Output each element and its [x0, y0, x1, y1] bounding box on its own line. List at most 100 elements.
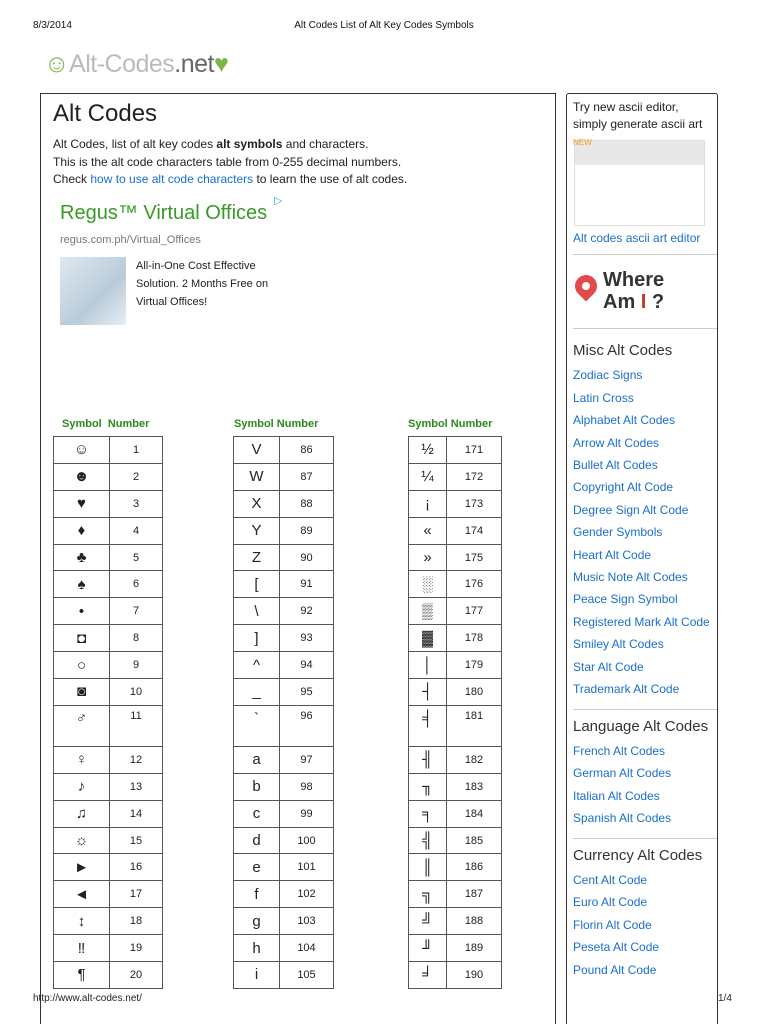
symbol-cell: `	[233, 704, 280, 747]
symbol-cell: ╢	[408, 745, 447, 774]
table-row: ` 96	[233, 704, 334, 747]
ascii-editor-link[interactable]: Alt codes ascii art editor	[573, 227, 700, 249]
ad-url[interactable]: regus.com.ph/Virtual_Offices	[60, 234, 201, 246]
table-row: [91	[233, 570, 334, 599]
logo-tld: .net	[174, 50, 214, 78]
table-row: ¡ 173	[408, 489, 502, 518]
sidebar-link[interactable]: Euro Alt Code	[573, 891, 717, 913]
intro-line3: Check	[53, 172, 91, 186]
heart-icon: ♥	[214, 50, 229, 78]
symbol-cell: ¶	[53, 961, 110, 989]
print-page: 1/4	[718, 993, 732, 1004]
sidebar-link[interactable]: Smiley Alt Codes	[573, 633, 717, 655]
number-cell: 102	[279, 880, 334, 909]
sidebar-sections: Misc Alt Codes Zodiac Signs Latin Cross Alp…	[573, 334, 717, 981]
sidebar-link[interactable]: Cent Alt Code	[573, 869, 717, 891]
table-row: ◙ 10	[53, 678, 163, 706]
map-pin-icon	[570, 270, 602, 302]
sidebar-link[interactable]: Bullet Alt Codes	[573, 454, 717, 476]
sidebar-section-title: Currency Alt Codes	[573, 846, 703, 864]
number-cell: 97	[279, 745, 334, 774]
smiley-icon: ☺	[44, 50, 70, 78]
ad-image[interactable]	[60, 257, 126, 325]
symbol-cell: g	[233, 907, 280, 936]
sidebar-link[interactable]: Pound Alt Code	[573, 959, 717, 981]
sidebar-link[interactable]: Degree Sign Alt Code	[573, 499, 717, 521]
sidebar-link[interactable]: Gender Symbols	[573, 521, 717, 543]
table-row: f 102	[233, 880, 334, 909]
sidebar-link[interactable]: Arrow Alt Codes	[573, 432, 717, 454]
table-row: ‼ 19	[53, 934, 163, 963]
symbol-cell: ‼	[53, 934, 110, 963]
symbol-cell: i	[233, 961, 280, 989]
sidebar-link[interactable]: Music Note Alt Codes	[573, 566, 717, 588]
symbol-cell: ♣	[53, 543, 110, 572]
table-row: ¶ 20	[53, 961, 163, 989]
symbol-cell: \	[233, 597, 280, 626]
table-row: d 100	[233, 826, 334, 855]
symbol-cell: f	[233, 880, 280, 909]
adchoices-icon[interactable]: ▷	[274, 194, 282, 207]
symbol-cell: b	[233, 772, 280, 801]
sidebar-link[interactable]: Registered Mark Alt Code	[573, 611, 717, 633]
sidebar-link[interactable]: Copyright Alt Code	[573, 476, 717, 498]
table-row: b 98	[233, 772, 334, 801]
symbol-cell: _	[233, 678, 280, 706]
sidebar-link[interactable]: French Alt Codes	[573, 740, 717, 762]
symbol-cell: ╕	[408, 799, 447, 828]
table-row: ╛ 190	[408, 961, 502, 989]
number-cell: 188	[446, 907, 502, 936]
ascii-editor-thumbnail[interactable]	[574, 140, 705, 226]
sidebar-link[interactable]: Peace Sign Symbol	[573, 588, 717, 610]
symbol-cell: d	[233, 826, 280, 855]
col-symbol: Symbol	[62, 418, 102, 430]
sidebar-link[interactable]: Alphabet Alt Codes	[573, 409, 717, 431]
table-row: ◘ 8	[53, 624, 163, 653]
symbol-cell: ╜	[408, 934, 447, 963]
print-url: http://www.alt-codes.net/	[33, 993, 142, 1004]
symbol-cell: ♂	[53, 704, 110, 747]
number-cell: 103	[279, 907, 334, 936]
number-cell: 86	[279, 436, 334, 464]
table-row: ♠ 6	[53, 570, 163, 599]
sidebar-link[interactable]: Zodiac Signs	[573, 364, 717, 386]
number-cell: 2	[109, 462, 163, 491]
symbol-cell: V	[233, 436, 280, 464]
symbol-cell: ↕	[53, 907, 110, 936]
intro-line1-end: and characters.	[282, 137, 369, 151]
sidebar-link[interactable]: Peseta Alt Code	[573, 936, 717, 958]
ad-title[interactable]: Regus™ Virtual Offices	[60, 202, 267, 225]
number-cell: 93	[279, 624, 334, 653]
table-row: ╡ 181	[408, 704, 502, 747]
how-to-link[interactable]: how to use alt code characters	[90, 172, 253, 186]
sidebar-link[interactable]: Star Alt Code	[573, 656, 717, 678]
table-row: \ 92	[233, 597, 334, 626]
sidebar-link[interactable]: German Alt Codes	[573, 762, 717, 784]
symbol-cell: a	[233, 745, 280, 774]
table-row: g 103	[233, 907, 334, 936]
sidebar-link[interactable]: Florin Alt Code	[573, 914, 717, 936]
symbol-cell: ╣	[408, 826, 447, 855]
number-cell: 12	[109, 745, 163, 774]
number-cell: 90	[279, 543, 334, 572]
symbol-cell: X	[233, 489, 280, 518]
number-cell: 87	[279, 462, 334, 491]
table-row: «174	[408, 516, 502, 545]
number-cell: 91	[279, 570, 334, 599]
sidebar-link[interactable]: Latin Cross	[573, 387, 717, 409]
symbol-cell: ◘	[53, 624, 110, 653]
sidebar-link[interactable]: Trademark Alt Code	[573, 678, 717, 700]
number-cell: 183	[446, 772, 502, 801]
sidebar-link[interactable]: Heart Alt Code	[573, 544, 717, 566]
number-cell: 18	[109, 907, 163, 936]
symbol-cell: h	[233, 934, 280, 963]
site-logo[interactable]: ☺Alt-Codes.net♥	[44, 50, 229, 79]
symbol-cell: ½	[408, 436, 447, 464]
table-row: Y 89	[233, 516, 334, 545]
sidebar-link[interactable]: Italian Alt Codes	[573, 785, 717, 807]
sidebar-link[interactable]: Spanish Alt Codes	[573, 807, 717, 829]
number-cell: 95	[279, 678, 334, 706]
logo-text: Alt-Codes	[69, 50, 175, 78]
number-cell: 171	[446, 436, 502, 464]
number-cell: 104	[279, 934, 334, 963]
